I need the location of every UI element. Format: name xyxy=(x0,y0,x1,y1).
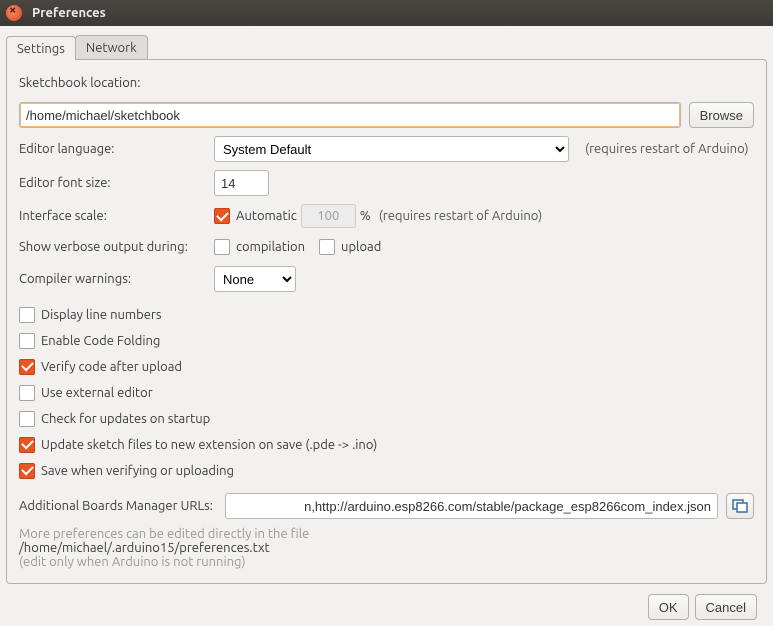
more-prefs-label: More preferences can be edited directly … xyxy=(19,527,754,541)
check-updates-checkbox[interactable] xyxy=(19,411,35,427)
editor-language-label: Editor language: xyxy=(19,142,214,156)
save-when-verify-label: Save when verifying or uploading xyxy=(41,464,234,478)
verify-after-upload-label: Verify code after upload xyxy=(41,360,182,374)
tabs: Settings Network xyxy=(6,32,767,59)
tab-settings[interactable]: Settings xyxy=(6,36,76,60)
window-title: Preferences xyxy=(32,6,106,20)
use-external-editor-checkbox[interactable] xyxy=(19,385,35,401)
titlebar: Preferences xyxy=(0,0,773,26)
percent-label: % xyxy=(360,209,371,223)
interface-scale-label: Interface scale: xyxy=(19,209,214,223)
dialog-footer: OK Cancel xyxy=(6,584,767,620)
compiler-warnings-label: Compiler warnings: xyxy=(19,272,214,286)
compilation-label: compilation xyxy=(236,240,305,254)
enable-code-folding-label: Enable Code Folding xyxy=(41,334,160,348)
restart-hint: (requires restart of Arduino) xyxy=(585,142,749,156)
settings-panel: Sketchbook location: Browse Editor langu… xyxy=(6,59,767,584)
content-area: Settings Network Sketchbook location: Br… xyxy=(0,26,773,626)
compiler-warnings-select[interactable]: None xyxy=(214,266,296,292)
automatic-label: Automatic xyxy=(236,209,297,223)
cancel-button[interactable]: Cancel xyxy=(695,594,757,620)
use-external-editor-label: Use external editor xyxy=(41,386,153,400)
boards-urls-label: Additional Boards Manager URLs: xyxy=(19,499,213,513)
sketchbook-label: Sketchbook location: xyxy=(19,76,140,90)
sketchbook-path-input[interactable] xyxy=(19,102,681,128)
boards-urls-input[interactable] xyxy=(225,493,718,519)
close-icon[interactable] xyxy=(6,5,22,21)
verify-after-upload-checkbox[interactable] xyxy=(19,359,35,375)
save-when-verify-checkbox[interactable] xyxy=(19,463,35,479)
editor-language-select[interactable]: System Default xyxy=(214,136,569,162)
boards-urls-expand-button[interactable] xyxy=(726,493,754,519)
enable-code-folding-checkbox[interactable] xyxy=(19,333,35,349)
tab-network[interactable]: Network xyxy=(75,35,148,59)
display-line-numbers-label: Display line numbers xyxy=(41,308,161,322)
prefs-path-label: /home/michael/.arduino15/preferences.txt xyxy=(19,541,754,555)
automatic-checkbox[interactable] xyxy=(214,208,230,224)
check-updates-label: Check for updates on startup xyxy=(41,412,210,426)
update-sketch-ext-checkbox[interactable] xyxy=(19,437,35,453)
upload-label: upload xyxy=(341,240,381,254)
display-line-numbers-checkbox[interactable] xyxy=(19,307,35,323)
compilation-checkbox[interactable] xyxy=(214,239,230,255)
verbose-label: Show verbose output during: xyxy=(19,240,214,254)
restart-hint-2: (requires restart of Arduino) xyxy=(379,209,543,223)
edit-only-label: (edit only when Arduino is not running) xyxy=(19,555,754,569)
window-icon xyxy=(732,498,748,514)
scale-spinner[interactable]: 100 xyxy=(301,204,356,228)
font-size-input[interactable] xyxy=(214,170,269,196)
update-sketch-ext-label: Update sketch files to new extension on … xyxy=(41,438,377,452)
font-size-label: Editor font size: xyxy=(19,176,214,190)
ok-button[interactable]: OK xyxy=(648,594,689,620)
upload-checkbox[interactable] xyxy=(319,239,335,255)
browse-button[interactable]: Browse xyxy=(689,102,754,128)
